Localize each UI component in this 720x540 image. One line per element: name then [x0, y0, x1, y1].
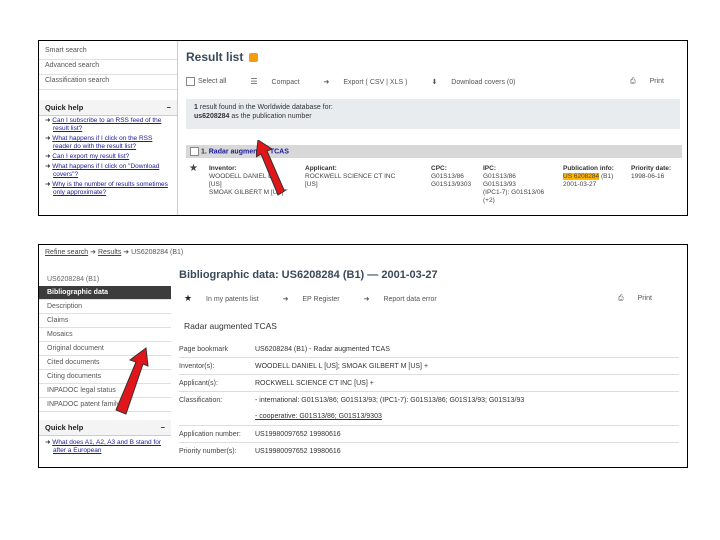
select-all-checkbox[interactable]: Select all: [186, 77, 238, 86]
help-link[interactable]: ➜ What does A1, A2, A3 and B stand for a…: [39, 436, 171, 456]
help-link[interactable]: ➜ Can I subscribe to an RSS feed of the …: [39, 116, 177, 134]
result-toolbar: Select all ☰ Compact ➜ Export ( CSV | XL…: [186, 77, 676, 86]
application-number-row: Application number: US19980097652 1998061…: [179, 431, 341, 438]
inventor-row: Inventor(s): WOODELL DANIEL L [US]; SMOAK…: [179, 363, 429, 370]
divider: [179, 425, 679, 426]
quick-help-title: Quick help: [45, 423, 84, 432]
export-button[interactable]: ➜ Export ( CSV | XLS ): [324, 78, 420, 86]
publication-column: Publication info: US 6208284 (B1) 2001-0…: [563, 165, 614, 188]
star-icon: ★: [184, 293, 193, 303]
priority-column: Priority date: 1998-06-16: [631, 165, 672, 180]
arrow-right-icon: ➜: [90, 249, 97, 256]
divider: [179, 442, 679, 443]
quick-help-header[interactable]: Quick help −: [39, 420, 171, 436]
compact-button[interactable]: ☰ Compact: [250, 77, 311, 86]
ep-register-link[interactable]: ➜ EP Register: [283, 295, 352, 303]
bookmark-row: Page bookmark US6208284 (B1) - Radar augm…: [179, 346, 390, 353]
print-button[interactable]: ⎙ Print: [618, 295, 664, 303]
arrow-right-icon: ➜: [45, 439, 51, 446]
breadcrumb: Refine search ➜ Results ➜ US6208284 (B1): [45, 248, 183, 256]
sidebar-smart-search[interactable]: Smart search: [39, 45, 177, 60]
divider: [179, 357, 679, 358]
nav-header: US6208284 (B1): [47, 276, 100, 283]
arrow-right-icon: ➜: [45, 117, 51, 124]
document-actions: ★ In my patents list ➜ EP Register ➜ Rep…: [184, 293, 664, 304]
nav-mosaics[interactable]: Mosaics: [39, 328, 171, 342]
nav-claims[interactable]: Claims: [39, 314, 171, 328]
result-checkbox[interactable]: [190, 147, 199, 156]
divider: [179, 391, 679, 392]
help-link[interactable]: ➜ What happens if I click on "Download c…: [39, 162, 177, 180]
help-link[interactable]: ➜ Can I export my result list?: [39, 152, 177, 162]
rss-icon[interactable]: [248, 53, 258, 63]
my-patents-button[interactable]: ★ In my patents list: [184, 293, 271, 304]
arrow-right-icon: ➜: [45, 135, 51, 142]
arrow-right-icon: ➜: [363, 295, 370, 303]
print-button[interactable]: ⎙ Print: [630, 78, 676, 86]
sidebar-classification-search[interactable]: Classification search: [39, 75, 177, 90]
printer-icon: ⎙: [630, 77, 636, 85]
sidebar-advanced-search[interactable]: Advanced search: [39, 60, 177, 75]
breadcrumb-refine-search[interactable]: Refine search: [45, 249, 88, 256]
divider: [177, 41, 178, 215]
help-link[interactable]: ➜ What happens if I click on the RSS rea…: [39, 134, 177, 152]
cpc-column: CPC: G01S13/86 G01S13/9303: [431, 165, 472, 188]
document-title: Radar augmented TCAS: [184, 321, 277, 331]
nav-description[interactable]: Description: [39, 300, 171, 314]
page-title: Result list: [186, 50, 258, 64]
quick-help-title: Quick help: [45, 103, 84, 112]
arrow-right-icon: ➜: [45, 181, 51, 188]
classification-row: Classification: - international: G01S13/8…: [179, 397, 525, 404]
applicant-row: Applicant(s): ROCKWELL SCIENCE CT INC [US…: [179, 380, 374, 387]
download-covers-button[interactable]: ⬇ Download covers (0): [431, 78, 527, 86]
printer-icon: ⎙: [618, 294, 624, 302]
divider: [179, 374, 679, 375]
star-icon[interactable]: ★: [189, 164, 198, 174]
report-error-link[interactable]: ➜ Report data error: [364, 295, 449, 303]
red-arrow-icon: [256, 140, 288, 196]
cooperative-row: - cooperative: G01S13/86; G01S13/9303: [255, 413, 382, 420]
arrow-right-icon: ➜: [45, 153, 51, 160]
help-link[interactable]: ➜ Why is the number of results sometimes…: [39, 180, 177, 198]
arrow-right-icon: ➜: [123, 249, 130, 256]
page-title: Bibliographic data: US6208284 (B1) — 200…: [179, 269, 438, 281]
export-arrow-icon: ➜: [323, 78, 330, 86]
quick-help-header[interactable]: Quick help −: [39, 100, 177, 116]
ipc-column: IPC: G01S13/86 G01S13/93 (IPC1-7): G01S1…: [483, 165, 545, 204]
result-summary: 1 result found in the Worldwide database…: [186, 99, 680, 129]
result-sidebar: Smart search Advanced search Classificat…: [39, 41, 177, 198]
list-icon: ☰: [250, 77, 258, 86]
red-arrow-icon: [115, 347, 149, 415]
nav-bibliographic-data[interactable]: Bibliographic data: [39, 286, 171, 300]
breadcrumb-results[interactable]: Results: [98, 249, 121, 256]
result-list-screenshot: Smart search Advanced search Classificat…: [38, 40, 688, 216]
collapse-icon[interactable]: −: [161, 423, 165, 432]
priority-number-row: Priority number(s): US19980097652 1998061…: [179, 448, 341, 455]
publication-number-highlight[interactable]: US 6208284: [563, 173, 600, 180]
collapse-icon[interactable]: −: [167, 103, 171, 112]
breadcrumb-current: US6208284 (B1): [131, 249, 184, 256]
arrow-right-icon: ➜: [45, 163, 51, 170]
arrow-right-icon: ➜: [282, 295, 289, 303]
applicant-column: Applicant: ROCKWELL SCIENCE CT INC [US]: [305, 165, 396, 188]
download-icon: ⬇: [431, 78, 438, 86]
